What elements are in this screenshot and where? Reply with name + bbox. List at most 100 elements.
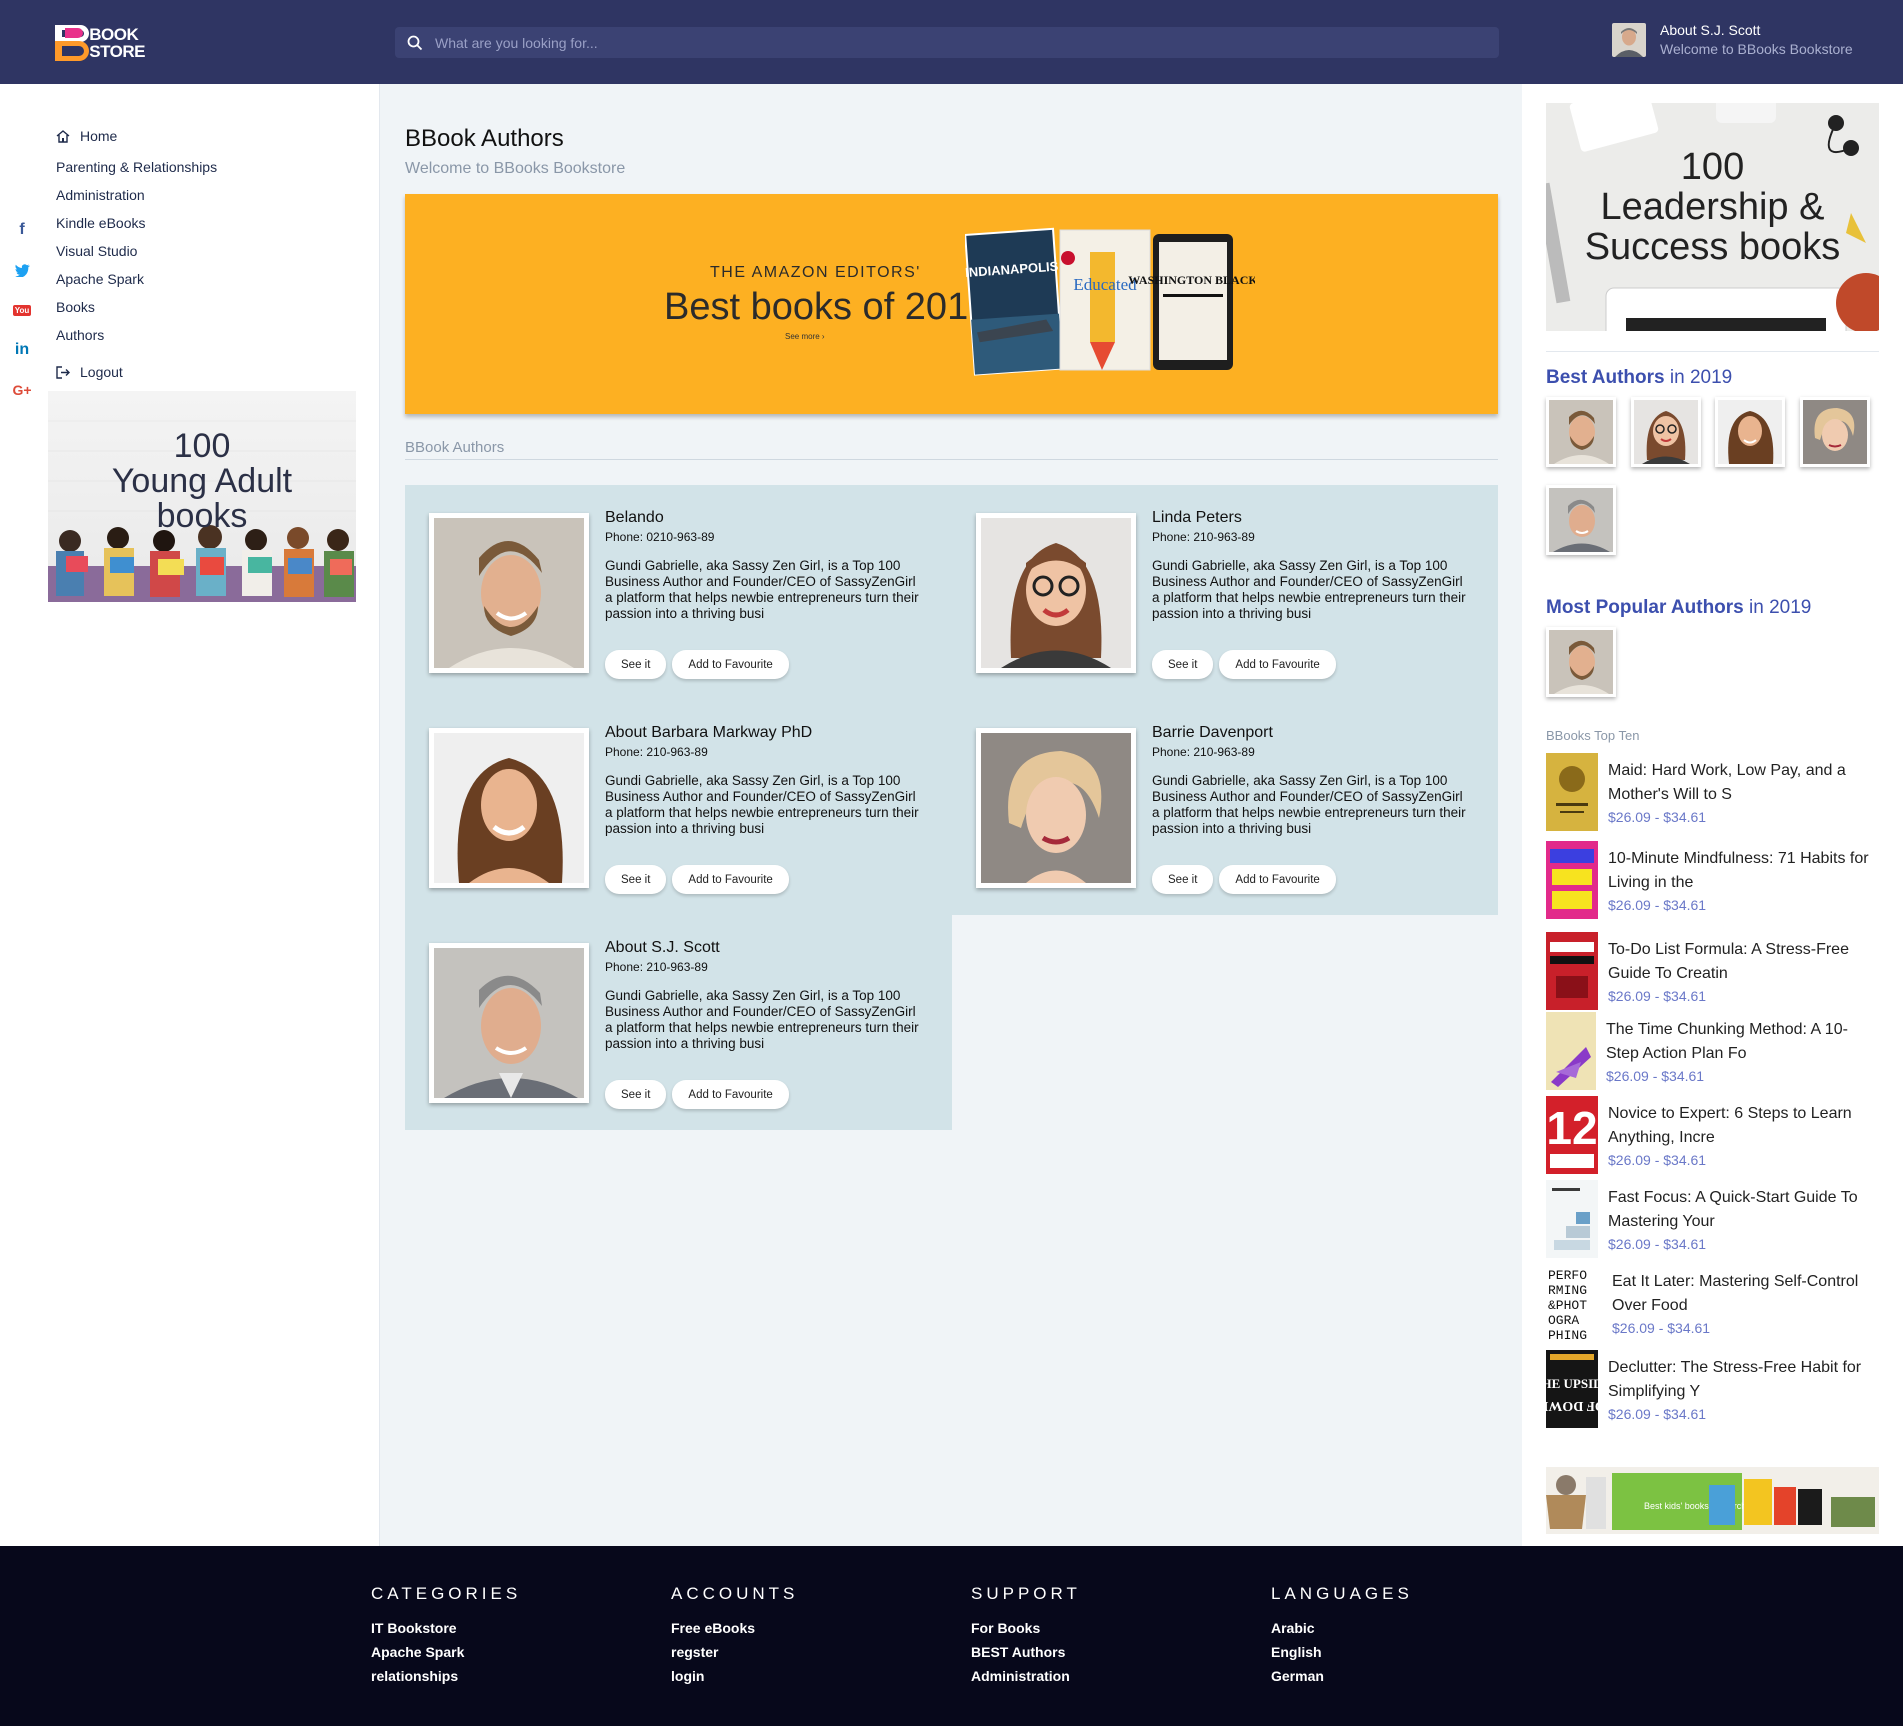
sidebar-item-administration[interactable]: Administration <box>56 181 217 209</box>
best-author-thumb[interactable] <box>1715 397 1785 467</box>
book-price: $26.09 - $34.61 <box>1608 1152 1707 1168</box>
social-links: f You in G+ <box>10 210 34 410</box>
book-price: $26.09 - $34.61 <box>1606 1068 1705 1084</box>
book-title: The Time Chunking Method: A 10-Step Acti… <box>1606 1021 1848 1062</box>
author-photo[interactable] <box>429 943 589 1103</box>
footer-link[interactable]: German <box>1271 1664 1413 1688</box>
author-name[interactable]: About Barbara Markway PhD <box>605 724 812 742</box>
logout-link[interactable]: Logout <box>56 358 217 386</box>
section-label: BBook Authors <box>405 439 505 456</box>
add-to-favourite-button[interactable]: Add to Favourite <box>672 650 789 679</box>
footer-link[interactable]: Apache Spark <box>371 1640 521 1664</box>
author-name[interactable]: Barrie Davenport <box>1152 724 1273 742</box>
facebook-icon[interactable]: f <box>10 210 34 250</box>
top-ten-item[interactable]: Maid: Hard Work, Low Pay, and a Mother's… <box>1546 753 1886 831</box>
search-icon[interactable] <box>395 35 435 51</box>
add-to-favourite-button[interactable]: Add to Favourite <box>672 865 789 894</box>
see-it-button[interactable]: See it <box>605 1080 667 1109</box>
twitter-icon[interactable] <box>10 250 34 290</box>
add-to-favourite-button[interactable]: Add to Favourite <box>1219 865 1336 894</box>
author-photo[interactable] <box>976 513 1136 673</box>
page-title: BBook Authors <box>405 125 564 152</box>
footer-link[interactable]: IT Bookstore <box>371 1616 521 1640</box>
best-author-thumb[interactable] <box>1631 397 1701 467</box>
top-ten-item[interactable]: The Time Chunking Method: A 10-Step Acti… <box>1546 1012 1886 1090</box>
youtube-icon[interactable]: You <box>10 290 34 330</box>
section-divider <box>405 459 1498 460</box>
best-author-thumb[interactable] <box>1800 397 1870 467</box>
logo-mark <box>55 25 89 61</box>
see-it-button[interactable]: See it <box>1152 650 1214 679</box>
google-plus-icon[interactable]: G+ <box>10 370 34 410</box>
add-to-favourite-button[interactable]: Add to Favourite <box>672 1080 789 1109</box>
footer-languages: LANGUAGES Arabic English German <box>1271 1584 1413 1688</box>
search-input[interactable] <box>435 34 1475 51</box>
author-card-barbara-markway: About Barbara Markway PhD Phone: 210-963… <box>405 700 945 900</box>
footer-link[interactable]: Free eBooks <box>671 1616 798 1640</box>
author-photo[interactable] <box>429 513 589 673</box>
svg-text:WASHINGTON BLACK: WASHINGTON BLACK <box>1128 273 1255 287</box>
best-author-thumb[interactable] <box>1546 485 1616 555</box>
author-phone: Phone: 210-963-89 <box>1152 530 1255 544</box>
linkedin-icon[interactable]: in <box>10 330 34 370</box>
kids-books-banner[interactable]: Best kids' books of March <box>1546 1467 1879 1534</box>
add-to-favourite-button[interactable]: Add to Favourite <box>1219 650 1336 679</box>
book-price: $26.09 - $34.61 <box>1608 1236 1707 1252</box>
author-name[interactable]: Linda Peters <box>1152 509 1242 527</box>
book-cover: THE UPSIDE OF DOWN <box>1546 1350 1598 1428</box>
author-bio: Gundi Gabrielle, aka Sassy Zen Girl, is … <box>1152 558 1466 621</box>
top-ten-item[interactable]: 10-Minute Mindfulness: 71 Habits for Liv… <box>1546 841 1886 919</box>
svg-text:&PHOT: &PHOT <box>1548 1298 1587 1313</box>
footer-link[interactable]: regster <box>671 1640 798 1664</box>
young-adult-promo[interactable]: 100 Young Adult books <box>48 391 356 602</box>
user-profile[interactable]: About S.J. Scott Welcome to BBooks Books… <box>1612 22 1853 57</box>
sidebar-item-label: Authors <box>56 327 105 343</box>
footer-link[interactable]: English <box>1271 1640 1413 1664</box>
best-books-banner[interactable]: THE AMAZON EDITORS' Best books of 2018 S… <box>405 194 1498 414</box>
book-title: Fast Focus: A Quick-Start Guide To Maste… <box>1608 1189 1858 1230</box>
footer-link[interactable]: Arabic <box>1271 1616 1413 1640</box>
banner-see-more[interactable]: See more › <box>785 332 825 341</box>
divider <box>1546 351 1879 352</box>
see-it-button[interactable]: See it <box>1152 865 1214 894</box>
sidebar-item-visual-studio[interactable]: Visual Studio <box>56 237 217 265</box>
author-photo[interactable] <box>429 728 589 888</box>
footer-link[interactable]: relationships <box>371 1664 521 1688</box>
author-photo[interactable] <box>976 728 1136 888</box>
footer-link[interactable]: BEST Authors <box>971 1640 1081 1664</box>
author-bio: Gundi Gabrielle, aka Sassy Zen Girl, is … <box>1152 773 1466 836</box>
sidebar-item-parenting[interactable]: Parenting & Relationships <box>56 153 217 181</box>
sidebar-item-label: Kindle eBooks <box>56 215 146 231</box>
search-bar <box>395 27 1499 58</box>
sidebar-item-authors[interactable]: Authors <box>56 321 217 349</box>
book-price: $26.09 - $34.61 <box>1608 897 1707 913</box>
top-header: BOOKSTORE About S.J. Scott Welcome to BB… <box>0 0 1903 84</box>
see-it-button[interactable]: See it <box>605 865 667 894</box>
top-ten-item[interactable]: To-Do List Formula: A Stress-Free Guide … <box>1546 932 1886 1010</box>
sidebar-item-label: Apache Spark <box>56 271 144 287</box>
sidebar-item-kindle[interactable]: Kindle eBooks <box>56 209 217 237</box>
top-ten-item[interactable]: PERFO RMING &PHOT OGRA PHING Eat It Later: M… <box>1546 1264 1886 1342</box>
sidebar-item-books[interactable]: Books <box>56 293 217 321</box>
top-ten-item[interactable]: THE UPSIDE OF DOWN Declutter: The Stress-… <box>1546 1350 1886 1428</box>
author-bio: Gundi Gabrielle, aka Sassy Zen Girl, is … <box>605 773 919 836</box>
author-name[interactable]: About S.J. Scott <box>605 939 720 957</box>
sidebar-item-home[interactable]: Home <box>56 122 217 150</box>
footer-link[interactable]: login <box>671 1664 798 1688</box>
sidebar-item-apache-spark[interactable]: Apache Spark <box>56 265 217 293</box>
book-title: To-Do List Formula: A Stress-Free Guide … <box>1608 941 1849 982</box>
footer-link[interactable]: For Books <box>971 1616 1081 1640</box>
top-ten-item[interactable]: 12 Novice to Expert: 6 Steps to Learn An… <box>1546 1096 1886 1174</box>
logo-text: BOOK STORE <box>89 25 145 61</box>
leadership-promo[interactable]: 100 Leadership & Success books <box>1546 103 1879 331</box>
see-it-button[interactable]: See it <box>605 650 667 679</box>
author-phone: Phone: 210-963-89 <box>1152 745 1255 759</box>
footer-link[interactable]: Administration <box>971 1664 1081 1688</box>
popular-author-thumb[interactable] <box>1546 627 1616 697</box>
top-ten-item[interactable]: Fast Focus: A Quick-Start Guide To Maste… <box>1546 1180 1886 1258</box>
best-author-thumb[interactable] <box>1546 397 1616 467</box>
brand-logo[interactable]: BOOK STORE <box>55 24 145 62</box>
author-name[interactable]: Belando <box>605 509 664 527</box>
author-phone: Phone: 210-963-89 <box>605 960 708 974</box>
sidebar-item-label: Home <box>80 128 118 144</box>
